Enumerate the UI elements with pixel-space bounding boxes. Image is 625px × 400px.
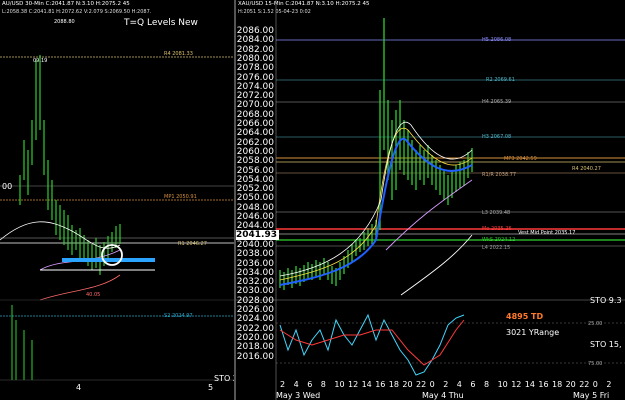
level-l4-label: L4 2022.15 <box>482 245 511 251</box>
level-r1-label: R1 2046.27 <box>178 241 207 247</box>
level-mp3-label: MP3 2042.59 <box>504 156 537 162</box>
x-tick-label: 12 <box>511 380 522 389</box>
level-r4-label: R4 2081.33 <box>164 51 193 57</box>
yrange-label: 3021 YRange <box>506 328 560 337</box>
level-wk-label: WkS 2024.12 <box>482 237 516 243</box>
right-x-axis[interactable]: 2 4 6 8 10 12 14 16 18 20 22 0 2 4 6 8 10 12 14 16 18 20 22 0 2 <box>276 380 625 390</box>
level-h3-label: H3 2067.08 <box>482 134 512 140</box>
x-tick-label: 18 <box>388 380 399 389</box>
current-price-box: 2041.93 <box>236 230 279 240</box>
x-tick-label: 8 <box>320 380 326 389</box>
x-tick-label: 22 <box>579 380 590 389</box>
x-tick-label: 14 <box>361 380 372 389</box>
left-x-label-5: 5 <box>208 383 214 392</box>
x-tick-label: 0 <box>429 380 435 389</box>
sto-right-label: STO 9.3 <box>590 296 622 305</box>
x-tick-label: 12 <box>348 380 359 389</box>
left-sto-label: STO 24 <box>214 374 234 383</box>
x-tick-label: 4 <box>456 380 462 389</box>
x-tick-label: 4 <box>293 380 299 389</box>
level-mid-label: Mo 2035.26 <box>482 226 512 232</box>
sto-level-25: 25.00 <box>588 321 603 327</box>
x-tick-label: 10 <box>334 380 345 389</box>
sto-level-75: 75.00 <box>588 361 603 367</box>
x-tick-label: 2 <box>606 380 612 389</box>
sto-y-tick-label: 2016.00 <box>236 351 274 362</box>
level-r4b-label: R4 2040.27 <box>572 166 601 172</box>
date-label-may3: May 3 Wed <box>276 391 321 400</box>
right-price-plot <box>236 0 625 400</box>
td-label: 4895 TD <box>506 312 544 321</box>
x-tick-label: 16 <box>375 380 386 389</box>
x-tick-label: 6 <box>307 380 313 389</box>
sto-right-label-2: STO 15, <box>590 340 622 349</box>
level-l3-label: L3 2039.48 <box>482 210 511 216</box>
right-y-axis[interactable]: 2086.00 2084.00 2082.00 2080.00 2078.00 2076.… <box>236 26 276 306</box>
x-tick-label: 2 <box>443 380 449 389</box>
x-tick-label: 2 <box>280 380 286 389</box>
x-tick-label: 20 <box>402 380 413 389</box>
level-wp-label: 40.05 <box>86 292 101 298</box>
x-tick-label: 18 <box>552 380 563 389</box>
level-vest-label: Vest Mid Point 2035.17 <box>518 230 576 236</box>
left-price-edge-label: 00 <box>2 182 13 191</box>
level-s2-label: S2 2024.97 <box>164 313 193 319</box>
x-tick-label: 10 <box>497 380 508 389</box>
level-peak-label: 09.19 <box>33 58 48 64</box>
date-label-may4: May 4 Thu <box>422 391 464 400</box>
left-chart-pane[interactable]: AU/USD 30-Min C:2041.87 N:3.10 H:2075.2 … <box>0 0 234 400</box>
x-tick-label: 6 <box>470 380 476 389</box>
level-mp-label: MP1 2050.91 <box>164 194 197 200</box>
left-x-label-4: 4 <box>76 383 82 392</box>
x-tick-label: 20 <box>565 380 576 389</box>
date-label-may5: May 5 Fri <box>573 391 610 400</box>
x-tick-label: 0 <box>592 380 598 389</box>
right-chart-pane[interactable]: XAU/USD 15-Min C:2041.87 N:3.10 H:2075.2… <box>236 0 625 400</box>
x-tick-label: 14 <box>524 380 535 389</box>
level-h5-label: H5 2086.08 <box>482 37 512 43</box>
x-tick-label: 8 <box>484 380 490 389</box>
x-tick-label: 22 <box>416 380 427 389</box>
level-h4-label: H4 2065.39 <box>482 99 512 105</box>
level-r1-label-right: R1/R 2038.77 <box>482 172 517 178</box>
x-tick-label: 16 <box>538 380 549 389</box>
level-r2-label: R2 2069.61 <box>486 77 515 83</box>
